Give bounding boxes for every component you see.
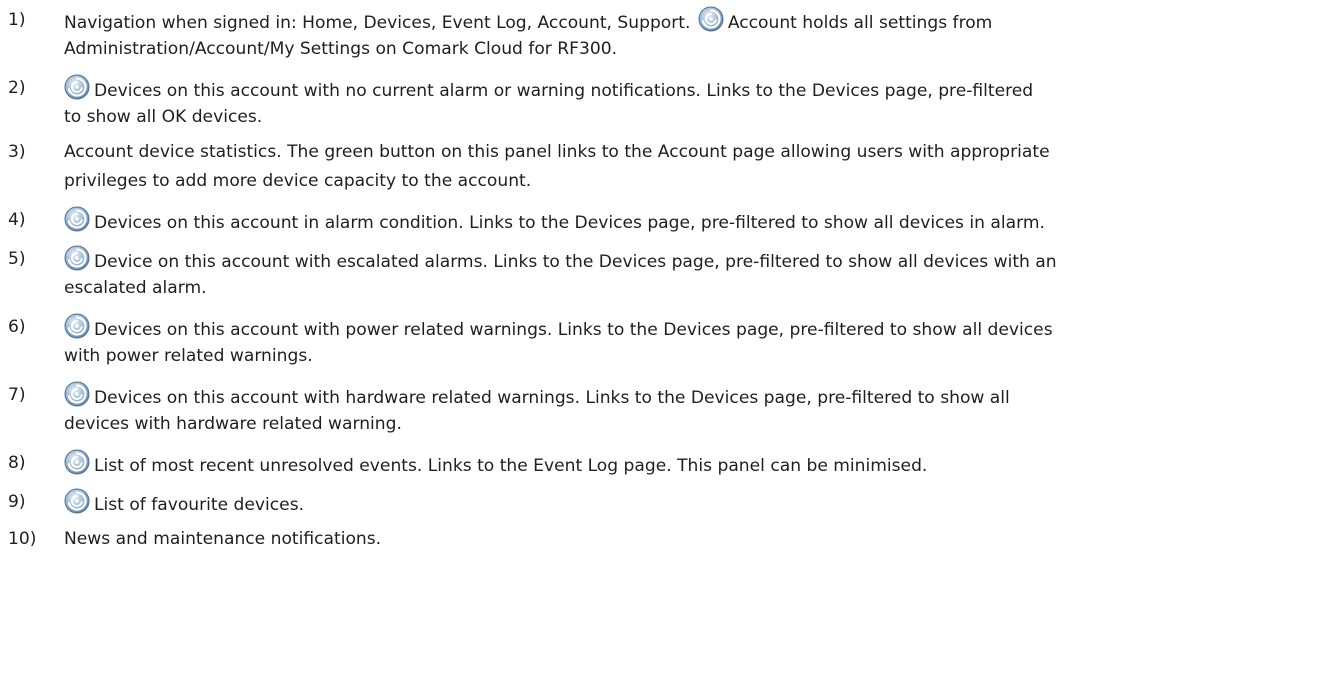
- item-number: 3): [8, 142, 26, 162]
- item-number: 2): [8, 78, 26, 98]
- item-text: devices with hardware related warning.: [64, 414, 402, 434]
- item-number: 6): [8, 317, 26, 337]
- item-number: 9): [8, 492, 26, 512]
- item-text: Devices on this account with power relat…: [94, 320, 1053, 340]
- annotation-list: 1) Navigation when signed in: Home, Devi…: [0, 0, 1317, 682]
- comark-swirl-logo-icon: [64, 313, 90, 339]
- comark-swirl-logo-icon: [64, 449, 90, 475]
- item-text: Devices on this account with no current …: [94, 81, 1034, 101]
- item-text: Devices on this account in alarm conditi…: [94, 213, 1045, 233]
- item-text: escalated alarm.: [64, 278, 207, 298]
- item-number: 8): [8, 453, 26, 473]
- comark-swirl-logo-icon: [64, 206, 90, 232]
- item-text: Navigation when signed in: Home, Devices…: [64, 13, 691, 33]
- item-text: with power related warnings.: [64, 346, 313, 366]
- item-text: Account holds all settings from: [727, 13, 993, 33]
- item-text: List of favourite devices.: [94, 495, 305, 515]
- item-text: List of most recent unresolved events. L…: [94, 456, 928, 476]
- item-number: 10): [8, 529, 37, 549]
- comark-swirl-logo-icon: [64, 381, 90, 407]
- item-number: 1): [8, 10, 26, 30]
- comark-swirl-logo-icon: [64, 74, 90, 100]
- item-text: Administration/Account/My Settings on Co…: [64, 39, 618, 59]
- item-text: to show all OK devices.: [64, 107, 263, 127]
- comark-swirl-logo-icon: [64, 245, 90, 271]
- item-number: 4): [8, 210, 26, 230]
- item-number: 7): [8, 385, 26, 405]
- item-text: privileges to add more device capacity t…: [64, 171, 532, 191]
- item-text: Device on this account with escalated al…: [94, 252, 1057, 272]
- item-number: 5): [8, 249, 26, 269]
- item-text: Account device statistics. The green but…: [64, 142, 1050, 162]
- item-text: Devices on this account with hardware re…: [94, 388, 1010, 408]
- item-text: News and maintenance notifications.: [64, 529, 382, 549]
- comark-swirl-logo-icon: [64, 488, 90, 514]
- comark-swirl-logo-icon: [698, 6, 724, 32]
